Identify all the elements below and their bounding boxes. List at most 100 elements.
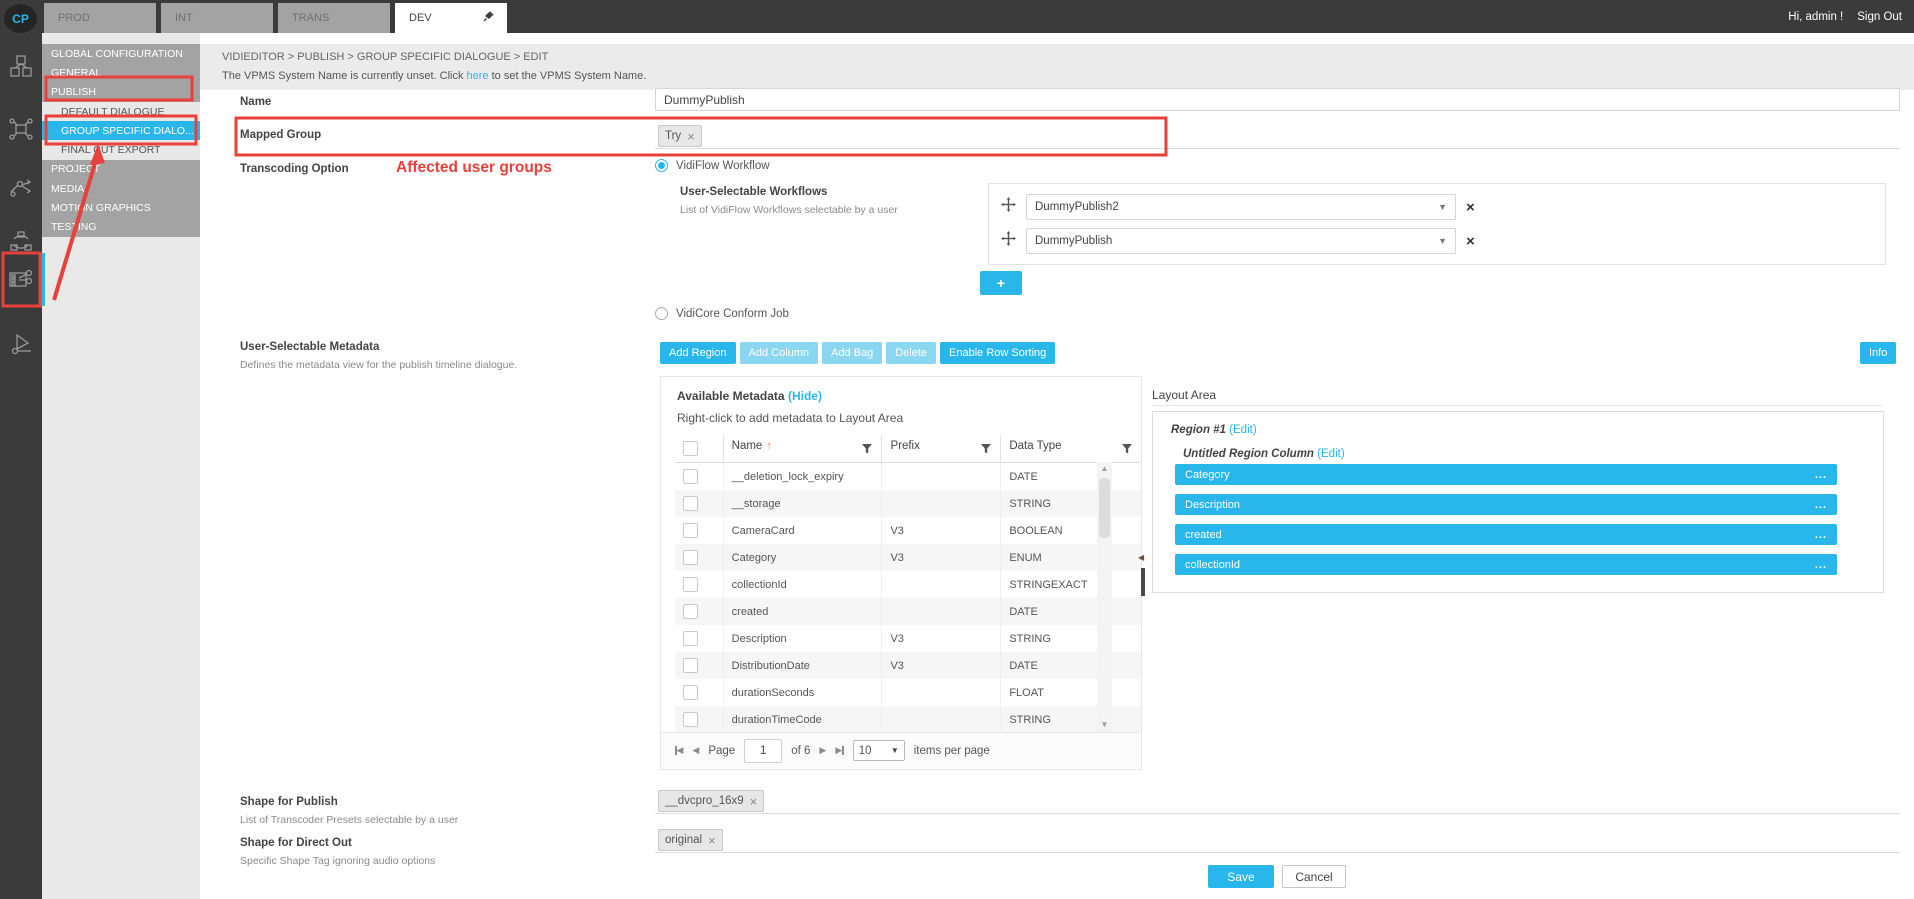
enable-row-sorting-button[interactable]: Enable Row Sorting [940, 342, 1055, 364]
add-column-button[interactable]: Add Column [740, 342, 819, 364]
video-editor-icon[interactable] [7, 265, 35, 293]
radio-unselected-icon [655, 307, 668, 320]
table-header-row: Name↑ Prefix Data Type [675, 435, 1141, 463]
info-button[interactable]: Info [1860, 342, 1896, 364]
cp-logo: CP [4, 4, 37, 33]
first-page-button[interactable]: ◀ [675, 745, 683, 756]
row-checkbox[interactable] [683, 523, 698, 538]
name-input[interactable] [655, 88, 1900, 111]
metadata-label: User-Selectable Metadata [240, 341, 379, 353]
radio-vidiflow-workflow[interactable]: VidiFlow Workflow [655, 159, 770, 172]
row-checkbox[interactable] [683, 604, 698, 619]
field-options-icon[interactable]: ... [1815, 529, 1827, 541]
cell-prefix [882, 598, 1001, 625]
filter-icon[interactable] [980, 443, 992, 458]
row-checkbox[interactable] [683, 550, 698, 565]
cell-datatype: FLOAT [1001, 679, 1141, 706]
cell-name: DistributionDate [723, 652, 882, 679]
panel-splitter[interactable] [1141, 568, 1145, 596]
panel-title-text: Available Metadata [677, 389, 785, 403]
save-button[interactable]: Save [1208, 865, 1274, 888]
add-region-button[interactable]: Add Region [660, 342, 736, 364]
table-scrollbar[interactable]: ▲ ▼ [1097, 462, 1112, 732]
cell-prefix: V3 [882, 625, 1001, 652]
nav-project[interactable]: PROJECT [42, 160, 200, 179]
page-number-input[interactable] [744, 739, 782, 763]
scroll-up-icon[interactable]: ▲ [1097, 462, 1112, 476]
nav-default-dialogue[interactable]: DEFAULT DIALOGUE [42, 102, 200, 121]
next-page-button[interactable]: ▶ [819, 745, 826, 756]
field-options-icon[interactable]: ... [1815, 559, 1827, 571]
chip-close-icon[interactable]: × [687, 130, 695, 143]
cancel-button[interactable]: Cancel [1282, 865, 1346, 888]
nav-general[interactable]: GENERAL [42, 63, 200, 82]
panel-title: Available Metadata (Hide) [677, 389, 822, 403]
chip-close-icon[interactable]: × [750, 795, 758, 808]
workflow-select[interactable]: DummyPublish2 ▼ [1026, 194, 1456, 220]
field-options-icon[interactable]: ... [1815, 499, 1827, 511]
nav-testing[interactable]: TESTING [42, 218, 200, 237]
tab-trans[interactable]: TRANS [278, 3, 390, 33]
panel-collapse-icon[interactable]: ◀ [1138, 553, 1144, 562]
scrollbar-thumb[interactable] [1099, 478, 1110, 538]
nav-final-cut-export[interactable]: FINAL CUT EXPORT [42, 140, 200, 159]
tab-int[interactable]: INT [161, 3, 273, 33]
panel-hint: Right-click to add metadata to Layout Ar… [677, 411, 903, 425]
row-checkbox[interactable] [683, 496, 698, 511]
shape-publish-field-line [655, 813, 1900, 814]
tab-dev[interactable]: DEV [395, 3, 507, 33]
row-checkbox[interactable] [683, 712, 698, 727]
modules-icon[interactable] [7, 52, 35, 80]
cell-datatype: STRING [1001, 706, 1141, 733]
workflows-description: List of VidiFlow Workflows selectable by… [680, 204, 898, 216]
region-column-edit-link[interactable]: (Edit) [1317, 448, 1344, 460]
routing-icon[interactable] [7, 173, 35, 201]
row-checkbox[interactable] [683, 631, 698, 646]
field-options-icon[interactable]: ... [1815, 469, 1827, 481]
nav-group-specific-dialogue[interactable]: GROUP SPECIFIC DIALO... [42, 121, 200, 140]
network-icon[interactable] [7, 115, 35, 143]
filter-icon[interactable] [1121, 443, 1133, 458]
play-vector-icon[interactable] [7, 330, 35, 358]
last-page-button[interactable]: ▶ [835, 745, 843, 756]
sign-out-link[interactable]: Sign Out [1857, 11, 1902, 23]
vpms-here-link[interactable]: here [467, 70, 489, 82]
filter-icon[interactable] [861, 443, 873, 458]
move-icon[interactable] [1001, 197, 1016, 217]
nav-motion-graphics[interactable]: MOTION GRAPHICS [42, 198, 200, 217]
add-bag-button[interactable]: Add Bag [822, 342, 882, 364]
items-per-page-select[interactable]: 10▼ [853, 740, 905, 761]
cell-name: Description [723, 625, 882, 652]
layout-field-created[interactable]: created... [1175, 524, 1837, 545]
nav-global-configuration[interactable]: GLOBAL CONFIGURATION [42, 44, 200, 63]
select-all-checkbox[interactable] [683, 441, 698, 456]
vpms-warning: The VPMS System Name is currently unset.… [222, 70, 646, 82]
scroll-down-icon[interactable]: ▼ [1097, 718, 1112, 732]
prev-page-button[interactable]: ◀ [692, 745, 699, 756]
row-checkbox[interactable] [683, 658, 698, 673]
row-checkbox[interactable] [683, 685, 698, 700]
cell-prefix [882, 463, 1001, 491]
hide-link[interactable]: (Hide) [788, 389, 822, 403]
radio-vidicore-conform-job[interactable]: VidiCore Conform Job [655, 307, 789, 320]
row-checkbox[interactable] [683, 469, 698, 484]
tab-prod[interactable]: PROD [44, 3, 156, 33]
add-workflow-button[interactable]: + [980, 271, 1022, 295]
layout-field-collectionid[interactable]: collectionId... [1175, 554, 1837, 575]
table-row: durationSecondsFLOAT [675, 679, 1141, 706]
delete-button[interactable]: Delete [886, 342, 936, 364]
layout-field-category[interactable]: Category... [1175, 464, 1837, 485]
remove-workflow-icon[interactable]: × [1466, 233, 1475, 250]
active-section-indicator [40, 253, 45, 306]
region-edit-link[interactable]: (Edit) [1229, 424, 1256, 436]
row-checkbox[interactable] [683, 577, 698, 592]
move-icon[interactable] [1001, 231, 1016, 251]
chip-close-icon[interactable]: × [708, 834, 716, 847]
shape-publish-label: Shape for Publish [240, 796, 338, 808]
nav-publish[interactable]: PUBLISH [42, 83, 200, 102]
remove-workflow-icon[interactable]: × [1466, 199, 1475, 216]
layout-field-description[interactable]: Description... [1175, 494, 1837, 515]
sync-cycle-icon[interactable] [7, 228, 35, 256]
nav-media[interactable]: MEDIA [42, 179, 200, 198]
workflow-select[interactable]: DummyPublish ▼ [1026, 228, 1456, 254]
